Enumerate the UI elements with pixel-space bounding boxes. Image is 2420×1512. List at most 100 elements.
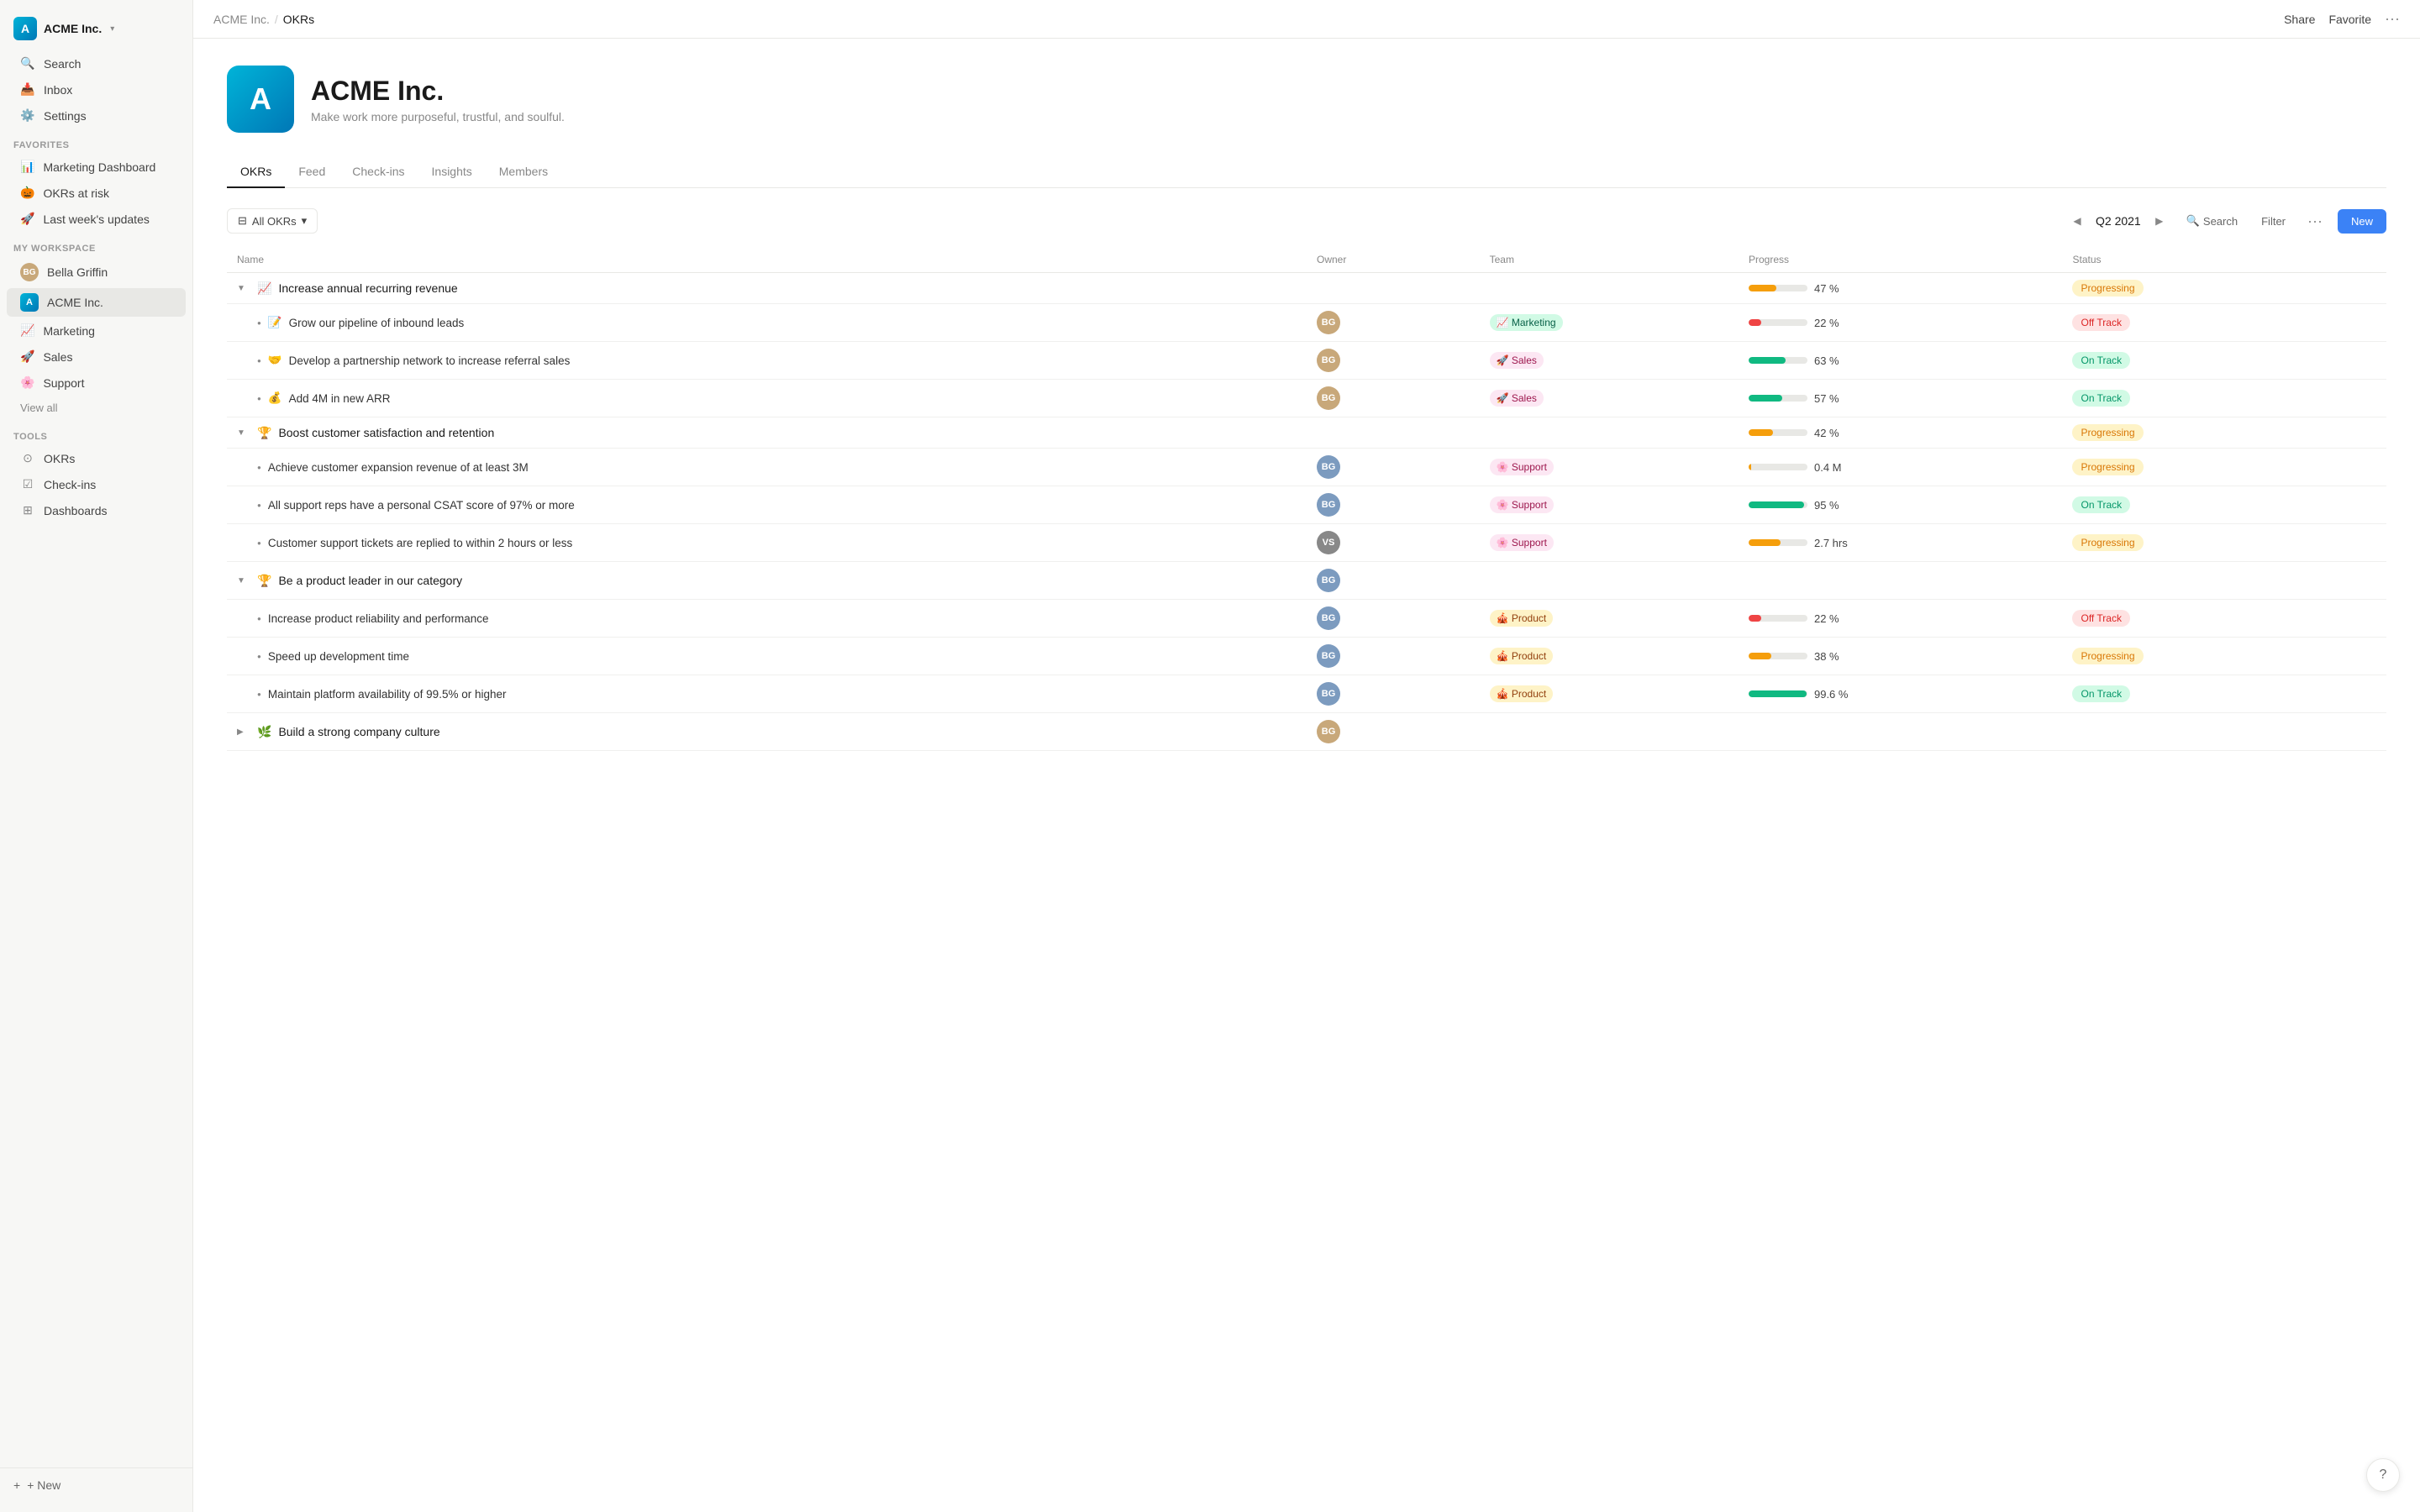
marketing-icon: 📈 <box>20 323 34 338</box>
company-info: ACME Inc. Make work more purposeful, tru… <box>311 76 565 123</box>
progress-cell: 99.6 % <box>1749 688 2053 701</box>
sidebar-item-inbox[interactable]: 📥 Inbox <box>7 77 186 102</box>
expand-icon[interactable]: ▶ <box>237 727 250 737</box>
search-button[interactable]: 🔍 Search <box>2180 211 2244 231</box>
sidebar-item-search[interactable]: 🔍 Search <box>7 51 186 76</box>
team-badge: 🚀 Sales <box>1490 390 1544 407</box>
period-label: Q2 2021 <box>2096 214 2141 228</box>
sidebar-item-checkins[interactable]: ☑ Check-ins <box>7 472 186 496</box>
sidebar-item-okrs-at-risk[interactable]: 🎃 OKRs at risk <box>7 181 186 205</box>
bella-griffin-avatar: BG <box>20 263 39 281</box>
expand-icon[interactable]: ▼ <box>237 576 250 585</box>
team-badge: 🎪 Product <box>1490 685 1554 702</box>
kr-icon: 💰 <box>268 391 282 405</box>
progress-bar-fill <box>1749 395 1782 402</box>
sidebar-item-support[interactable]: 🌸 Support <box>7 370 186 395</box>
sidebar-item-marketing[interactable]: 📈 Marketing <box>7 318 186 343</box>
progress-bar-bg <box>1749 539 1807 546</box>
sidebar-item-last-weeks-updates[interactable]: 🚀 Last week's updates <box>7 207 186 231</box>
sales-icon: 🚀 <box>20 349 34 364</box>
breadcrumb-current: OKRs <box>283 13 314 26</box>
kr-bullet-icon: ● <box>257 615 261 622</box>
progress-bar-fill <box>1749 653 1771 659</box>
tab-feed[interactable]: Feed <box>285 156 339 188</box>
all-okrs-filter[interactable]: ⊟ All OKRs ▾ <box>227 208 318 234</box>
kr-status-cell: On Track <box>2062 380 2386 417</box>
team-badge: 🌸 Support <box>1490 496 1554 513</box>
topbar-actions: Share Favorite ··· <box>2284 10 2400 28</box>
team-badge: 🌸 Support <box>1490 534 1554 551</box>
search-icon: 🔍 <box>2186 214 2200 228</box>
progress-text: 95 % <box>1814 499 1839 512</box>
sidebar-item-settings[interactable]: ⚙️ Settings <box>7 103 186 128</box>
kr-bullet-icon: ● <box>257 690 261 698</box>
kr-status-cell: On Track <box>2062 342 2386 380</box>
workspace-selector[interactable]: A ACME Inc. ▾ <box>0 10 192 50</box>
tab-checkins[interactable]: Check-ins <box>339 156 418 188</box>
objective-team-cell <box>1480 417 1739 449</box>
okrs-at-risk-label: OKRs at risk <box>43 186 109 200</box>
topbar: ACME Inc. / OKRs Share Favorite ··· <box>193 0 2420 39</box>
sidebar-item-okrs[interactable]: ⊙ OKRs <box>7 446 186 470</box>
status-badge: Off Track <box>2072 314 2129 331</box>
status-badge: Progressing <box>2072 648 2143 664</box>
kr-owner-cell: BG <box>1307 304 1480 342</box>
filter-button[interactable]: Filter <box>2254 212 2292 231</box>
objective-icon: 🏆 <box>257 426 271 440</box>
progress-bar-bg <box>1749 501 1807 508</box>
toolbar-more-button[interactable]: ··· <box>2302 211 2328 232</box>
sidebar: A ACME Inc. ▾ 🔍 Search 📥 Inbox ⚙️ Settin… <box>0 0 193 1512</box>
table-row: ● Increase product reliability and perfo… <box>227 600 2386 638</box>
tools-section-label: TOOLS <box>0 420 192 445</box>
col-header-name: Name <box>227 247 1307 273</box>
new-item-button[interactable]: + + New <box>0 1467 192 1502</box>
progress-cell: 38 % <box>1749 650 2053 663</box>
progress-bar-bg <box>1749 429 1807 436</box>
kr-label: Maintain platform availability of 99.5% … <box>268 688 507 701</box>
tab-members[interactable]: Members <box>486 156 561 188</box>
objective-team-cell <box>1480 713 1739 751</box>
next-period-button[interactable]: ▶ <box>2149 211 2170 231</box>
objective-icon: 📈 <box>257 281 271 296</box>
status-badge: Progressing <box>2072 424 2143 441</box>
status-badge: On Track <box>2072 390 2130 407</box>
objective-status-cell <box>2062 562 2386 600</box>
help-button[interactable]: ? <box>2366 1458 2400 1492</box>
objective-progress-cell: 42 % <box>1739 417 2063 449</box>
col-header-owner: Owner <box>1307 247 1480 273</box>
kr-team-cell: 🌸 Support <box>1480 486 1739 524</box>
more-options-button[interactable]: ··· <box>2385 10 2400 28</box>
expand-icon[interactable]: ▼ <box>237 284 250 293</box>
tab-insights[interactable]: Insights <box>418 156 486 188</box>
tab-okrs[interactable]: OKRs <box>227 156 285 188</box>
expand-icon[interactable]: ▼ <box>237 428 250 438</box>
share-button[interactable]: Share <box>2284 13 2315 26</box>
period-nav: ◀ Q2 2021 ▶ <box>2067 211 2170 231</box>
objective-owner-cell: BG <box>1307 562 1480 600</box>
kr-label: All support reps have a personal CSAT sc… <box>268 499 575 512</box>
sidebar-item-marketing-dashboard[interactable]: 📊 Marketing Dashboard <box>7 155 186 179</box>
sidebar-item-acme-inc[interactable]: A ACME Inc. <box>7 288 186 317</box>
favorite-button[interactable]: Favorite <box>2328 13 2371 26</box>
new-okr-button[interactable]: New <box>2338 209 2386 234</box>
view-all-link[interactable]: View all <box>7 396 186 419</box>
sidebar-item-bella-griffin[interactable]: BG Bella Griffin <box>7 258 186 286</box>
sidebar-item-dashboards[interactable]: ⊞ Dashboards <box>7 498 186 522</box>
prev-period-button[interactable]: ◀ <box>2067 211 2087 231</box>
kr-icon: 📝 <box>268 316 282 329</box>
kr-team-cell: 📈 Marketing <box>1480 304 1739 342</box>
breadcrumb-parent[interactable]: ACME Inc. <box>213 13 270 26</box>
my-workspace-section-label: MY WORKSPACE <box>0 232 192 257</box>
objective-row: ▶ 🌿 Build a strong company culture BG <box>227 713 2386 751</box>
kr-name: ● Speed up development time <box>237 650 1297 663</box>
marketing-label: Marketing <box>43 324 94 338</box>
okrs-icon: ⊙ <box>20 451 35 465</box>
objective-team-cell <box>1480 562 1739 600</box>
filter-icon: ⊟ <box>238 214 247 228</box>
kr-progress-cell: 95 % <box>1739 486 2063 524</box>
sidebar-item-sales[interactable]: 🚀 Sales <box>7 344 186 369</box>
progress-text: 0.4 M <box>1814 461 1842 474</box>
inbox-icon: 📥 <box>20 82 35 97</box>
objective-status-cell <box>2062 713 2386 751</box>
progress-bar-fill <box>1749 690 1807 697</box>
